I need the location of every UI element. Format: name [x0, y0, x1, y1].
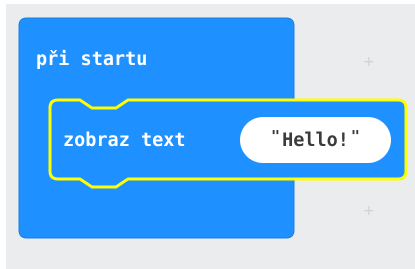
string-value-text: Hello! [282, 129, 349, 151]
string-value-input[interactable]: " Hello! " [240, 117, 391, 163]
show-string-label: zobraz text [63, 130, 186, 151]
on-start-label: při startu [36, 49, 148, 70]
close-quote: " [350, 127, 360, 145]
open-quote: " [271, 127, 281, 145]
